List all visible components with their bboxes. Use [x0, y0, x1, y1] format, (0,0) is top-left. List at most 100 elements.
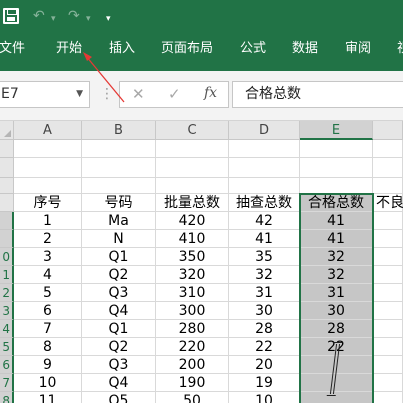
cell-col-e-row-0[interactable]: [300, 140, 373, 158]
column-header-a[interactable]: A: [14, 121, 82, 140]
cell-col-d-row-0[interactable]: [229, 140, 300, 158]
cell-col-e-row-3[interactable]: 合格总数: [300, 194, 373, 212]
select-all-corner[interactable]: [0, 121, 14, 140]
cell-col-b-row-6[interactable]: Q1: [82, 248, 156, 266]
cell-col-c-row-13[interactable]: 190: [156, 374, 229, 392]
cell-col-a-row-3[interactable]: 序号: [14, 194, 82, 212]
cell-col-b-row-9[interactable]: Q4: [82, 302, 156, 320]
tab-file[interactable]: 文件: [0, 40, 25, 58]
tab-home[interactable]: 开始: [56, 40, 82, 58]
row-header[interactable]: 3: [0, 302, 14, 320]
cell-col-b-row-3[interactable]: 号码: [82, 194, 156, 212]
cell-col-c-row-4[interactable]: 420: [156, 212, 229, 230]
cancel-icon[interactable]: ✕: [132, 85, 145, 103]
cell-col-d-row-14[interactable]: 10: [229, 392, 300, 403]
tab-page-layout[interactable]: 页面布局: [161, 40, 213, 58]
cell-col-d-row-6[interactable]: 35: [229, 248, 300, 266]
cell-col-f-row-3[interactable]: 不良: [373, 194, 403, 212]
cell-col-a-row-11[interactable]: 8: [14, 338, 82, 356]
cell-col-f-row-9[interactable]: [373, 302, 403, 320]
cell-col-a-row-13[interactable]: 10: [14, 374, 82, 392]
cell-col-a-row-10[interactable]: 7: [14, 320, 82, 338]
undo-dropdown-icon[interactable]: ▾: [51, 9, 56, 29]
cell-col-a-row-1[interactable]: [14, 158, 82, 178]
tab-view[interactable]: 视: [397, 40, 403, 58]
cell-col-e-row-9[interactable]: 30: [300, 302, 373, 320]
cell-col-c-row-3[interactable]: 批量总数: [156, 194, 229, 212]
cell-col-f-row-6[interactable]: [373, 248, 403, 266]
cell-col-a-row-7[interactable]: 4: [14, 266, 82, 284]
cell-col-e-row-10[interactable]: 28: [300, 320, 373, 338]
cell-col-c-row-14[interactable]: 50: [156, 392, 229, 403]
cell-col-a-row-8[interactable]: 5: [14, 284, 82, 302]
splitter-handle-icon[interactable]: ⋮: [100, 85, 114, 103]
row-header[interactable]: [0, 158, 14, 178]
cell-col-e-row-5[interactable]: 41: [300, 230, 373, 248]
row-header[interactable]: 8: [0, 392, 14, 403]
cell-col-f-row-0[interactable]: [373, 140, 403, 158]
cell-col-e-row-13[interactable]: [300, 374, 373, 392]
cell-col-e-row-1[interactable]: [300, 158, 373, 178]
cell-col-a-row-5[interactable]: 2: [14, 230, 82, 248]
cell-col-d-row-12[interactable]: 20: [229, 356, 300, 374]
cell-col-c-row-2[interactable]: [156, 178, 229, 194]
cell-col-a-row-14[interactable]: 11: [14, 392, 82, 403]
cell-col-f-row-11[interactable]: [373, 338, 403, 356]
cell-col-d-row-8[interactable]: 31: [229, 284, 300, 302]
cell-col-b-row-14[interactable]: Q5: [82, 392, 156, 403]
cell-col-c-row-6[interactable]: 350: [156, 248, 229, 266]
cell-col-d-row-7[interactable]: 32: [229, 266, 300, 284]
row-header[interactable]: [0, 194, 14, 212]
row-header[interactable]: 4: [0, 320, 14, 338]
cell-col-e-row-2[interactable]: [300, 178, 373, 194]
cell-col-b-row-11[interactable]: Q2: [82, 338, 156, 356]
cell-col-d-row-3[interactable]: 抽查总数: [229, 194, 300, 212]
cell-col-b-row-2[interactable]: [82, 178, 156, 194]
cell-col-d-row-5[interactable]: 41: [229, 230, 300, 248]
tab-insert[interactable]: 插入: [109, 40, 135, 58]
name-box-dropdown-icon[interactable]: ▼: [76, 82, 83, 107]
column-header-f[interactable]: [373, 121, 403, 140]
cell-col-f-row-1[interactable]: [373, 158, 403, 178]
cell-col-d-row-10[interactable]: 28: [229, 320, 300, 338]
cell-col-f-row-2[interactable]: [373, 178, 403, 194]
cell-col-b-row-13[interactable]: Q4: [82, 374, 156, 392]
redo-dropdown-icon[interactable]: ▾: [86, 9, 91, 29]
cell-col-b-row-8[interactable]: Q3: [82, 284, 156, 302]
cell-col-f-row-12[interactable]: [373, 356, 403, 374]
cell-col-f-row-14[interactable]: [373, 392, 403, 403]
cell-col-c-row-1[interactable]: [156, 158, 229, 178]
row-header[interactable]: 6: [0, 356, 14, 374]
row-header[interactable]: 7: [0, 374, 14, 392]
cell-col-c-row-9[interactable]: 300: [156, 302, 229, 320]
cell-col-f-row-13[interactable]: [373, 374, 403, 392]
row-header[interactable]: [0, 230, 14, 248]
cell-col-b-row-1[interactable]: [82, 158, 156, 178]
enter-icon[interactable]: ✓: [168, 85, 181, 103]
cell-col-d-row-2[interactable]: [229, 178, 300, 194]
cell-col-f-row-10[interactable]: [373, 320, 403, 338]
cell-col-e-row-7[interactable]: 32: [300, 266, 373, 284]
cell-col-d-row-4[interactable]: 42: [229, 212, 300, 230]
cell-col-f-row-7[interactable]: [373, 266, 403, 284]
cell-col-b-row-7[interactable]: Q2: [82, 266, 156, 284]
column-header-c[interactable]: C: [156, 121, 229, 140]
row-header[interactable]: 1: [0, 266, 14, 284]
cell-col-c-row-7[interactable]: 320: [156, 266, 229, 284]
cell-col-d-row-13[interactable]: 19: [229, 374, 300, 392]
redo-icon[interactable]: ↷: [68, 6, 80, 26]
tab-review[interactable]: 审阅: [345, 40, 371, 58]
customize-toolbar-icon[interactable]: ▾: [106, 9, 111, 29]
cell-col-d-row-1[interactable]: [229, 158, 300, 178]
cell-col-c-row-8[interactable]: 310: [156, 284, 229, 302]
row-header[interactable]: 5: [0, 338, 14, 356]
formula-input[interactable]: 合格总数: [232, 81, 403, 108]
cell-col-c-row-5[interactable]: 410: [156, 230, 229, 248]
cell-col-b-row-4[interactable]: Ma: [82, 212, 156, 230]
tab-data[interactable]: 数据: [292, 40, 318, 58]
cell-col-f-row-4[interactable]: [373, 212, 403, 230]
insert-function-icon[interactable]: fx: [204, 85, 217, 101]
cell-col-a-row-2[interactable]: [14, 178, 82, 194]
cell-col-f-row-8[interactable]: [373, 284, 403, 302]
row-header[interactable]: 2: [0, 284, 14, 302]
